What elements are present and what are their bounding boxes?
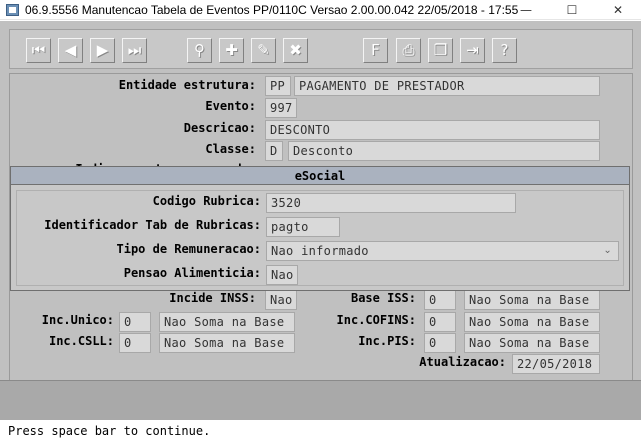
close-button[interactable]: ✕ bbox=[595, 0, 641, 20]
maximize-button[interactable]: ☐ bbox=[549, 0, 595, 20]
classe-label: Classe: bbox=[205, 142, 256, 156]
inc-cofins-code-field[interactable]: 0 bbox=[424, 312, 456, 332]
copy-icon[interactable]: ❐ bbox=[428, 38, 453, 63]
incide-inss-field[interactable]: Nao bbox=[265, 290, 297, 310]
chevron-down-icon[interactable]: ⌄ bbox=[603, 242, 612, 260]
window-title: 06.9.5556 Manutencao Tabela de Eventos P… bbox=[25, 3, 519, 17]
esocial-panel: eSocial Codigo Rubrica: 3520 Identificad… bbox=[10, 166, 630, 291]
edit-icon[interactable]: ✎ bbox=[251, 38, 276, 63]
inc-csll-field[interactable]: Nao Soma na Base bbox=[159, 333, 295, 353]
evento-label: Evento: bbox=[205, 99, 256, 113]
inc-unico-code-field[interactable]: 0 bbox=[119, 312, 151, 332]
evento-field[interactable]: 997 bbox=[265, 98, 297, 118]
console-message: Press space bar to continue. bbox=[8, 424, 211, 438]
add-icon[interactable]: ✚ bbox=[219, 38, 244, 63]
last-record-icon[interactable]: ⏭ bbox=[122, 38, 147, 63]
inc-pis-code-field[interactable]: 0 bbox=[424, 333, 456, 353]
codigo-rubrica-label: Codigo Rubrica: bbox=[152, 194, 261, 208]
inc-pis-field[interactable]: Nao Soma na Base bbox=[464, 333, 600, 353]
pensao-label: Pensao Alimenticia: bbox=[123, 266, 261, 280]
base-iss-label: Base ISS: bbox=[350, 291, 416, 305]
atualizacao-field[interactable]: 22/05/2018 bbox=[512, 354, 600, 374]
pensao-field[interactable]: Nao bbox=[266, 265, 298, 285]
next-record-icon[interactable]: ▶ bbox=[90, 38, 115, 63]
console-line: Press space bar to continue. bbox=[0, 420, 641, 445]
tipo-remuneracao-label: Tipo de Remuneracao: bbox=[116, 242, 262, 256]
inc-cofins-label: Inc.COFINS: bbox=[336, 313, 416, 327]
inc-cofins-field[interactable]: Nao Soma na Base bbox=[464, 312, 600, 332]
toolbar: ⏮ ◀ ▶ ⏭ ⚲ ✚ ✎ ✖ F ⎙ ❐ ⇥ ? bbox=[9, 29, 633, 69]
identificador-field[interactable]: pagto bbox=[266, 217, 340, 237]
descricao-field[interactable]: DESCONTO bbox=[265, 120, 600, 140]
exit-icon[interactable]: ⇥ bbox=[460, 38, 485, 63]
descricao-label: Descricao: bbox=[183, 121, 256, 135]
app-icon bbox=[6, 4, 19, 16]
incide-inss-label: Incide INSS: bbox=[169, 291, 256, 305]
minimize-button[interactable]: — bbox=[503, 0, 549, 20]
tipo-remuneracao-value: Nao informado bbox=[271, 244, 369, 258]
tipo-remuneracao-select[interactable]: Nao informado ⌄ bbox=[266, 241, 619, 261]
identificador-label: Identificador Tab de Rubricas: bbox=[44, 218, 261, 232]
inc-pis-label: Inc.PIS: bbox=[358, 334, 416, 348]
help-icon[interactable]: ? bbox=[492, 38, 517, 63]
classe-name-field[interactable]: Desconto bbox=[288, 141, 600, 161]
previous-record-icon[interactable]: ◀ bbox=[58, 38, 83, 63]
classe-code-field[interactable]: D bbox=[265, 141, 283, 161]
base-iss-code-field[interactable]: 0 bbox=[424, 290, 456, 310]
entidade-code-field[interactable]: PP bbox=[265, 76, 291, 96]
entidade-name-field[interactable]: PAGAMENTO DE PRESTADOR bbox=[294, 76, 600, 96]
filter-icon[interactable]: F bbox=[363, 38, 388, 63]
entidade-label: Entidade estrutura: bbox=[118, 78, 256, 92]
inc-csll-label: Inc.CSLL: bbox=[48, 334, 114, 348]
inc-unico-label: Inc.Unico: bbox=[41, 313, 114, 327]
esocial-title: eSocial bbox=[11, 167, 629, 185]
base-iss-field[interactable]: Nao Soma na Base bbox=[464, 290, 600, 310]
title-bar: 06.9.5556 Manutencao Tabela de Eventos P… bbox=[0, 0, 641, 20]
status-bar bbox=[0, 380, 641, 420]
delete-icon[interactable]: ✖ bbox=[283, 38, 308, 63]
atualizacao-label: Atualizacao: bbox=[419, 355, 506, 369]
print-icon[interactable]: ⎙ bbox=[396, 38, 421, 63]
first-record-icon[interactable]: ⏮ bbox=[26, 38, 51, 63]
inc-unico-field[interactable]: Nao Soma na Base bbox=[159, 312, 295, 332]
search-icon[interactable]: ⚲ bbox=[187, 38, 212, 63]
codigo-rubrica-field[interactable]: 3520 bbox=[266, 193, 516, 213]
inc-csll-code-field[interactable]: 0 bbox=[119, 333, 151, 353]
